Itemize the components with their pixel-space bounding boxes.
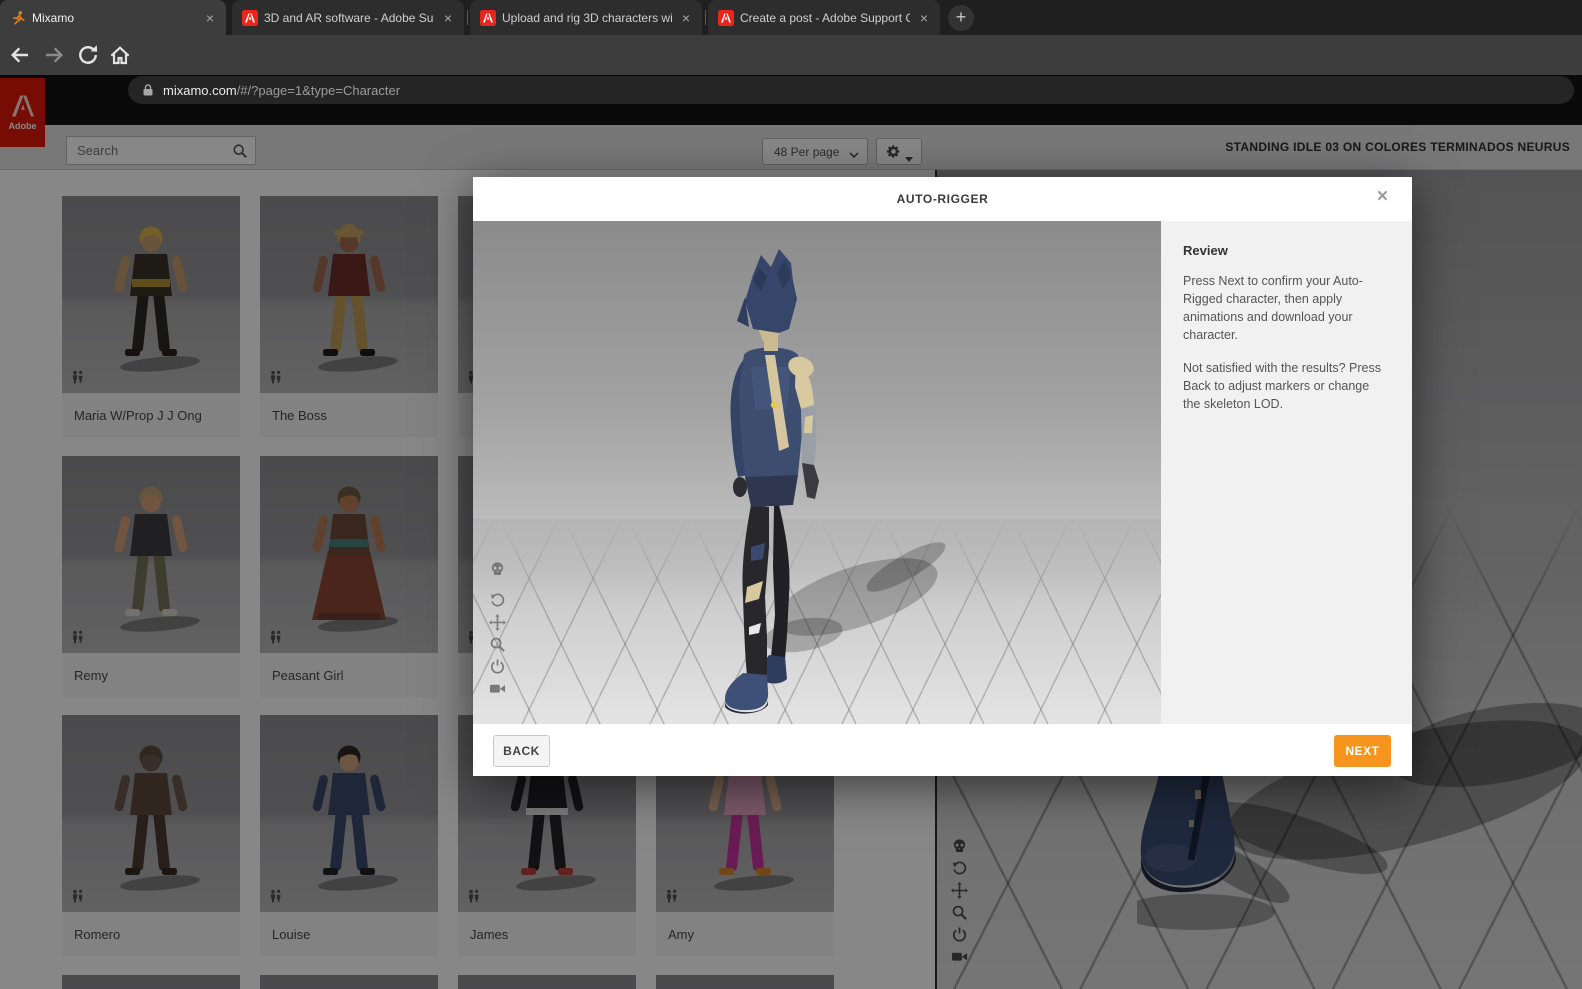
address-bar[interactable]: mixamo.com/#/?page=1&type=Character — [128, 76, 1574, 104]
close-icon[interactable]: × — [440, 10, 456, 26]
close-icon[interactable]: × — [916, 10, 932, 26]
camera-icon[interactable] — [489, 680, 506, 697]
browser-url-bar: mixamo.com/#/?page=1&type=Character — [0, 35, 1582, 104]
pan-icon[interactable] — [489, 614, 506, 631]
back-icon[interactable] — [8, 43, 32, 67]
modal-footer: BACK NEXT — [473, 724, 1412, 776]
browser-tab[interactable]: Mixamo × — [0, 0, 226, 35]
adobe-favicon-icon — [718, 9, 734, 26]
undo-icon[interactable] — [489, 592, 506, 609]
browser-tab[interactable]: 3D and AR software - Adobe Sub × — [232, 0, 464, 35]
browser-tab-strip: Mixamo × 3D and AR software - Adobe Sub … — [0, 0, 1582, 35]
url-domain: mixamo.com — [163, 82, 237, 98]
adobe-favicon-icon — [242, 9, 258, 26]
power-icon[interactable] — [489, 658, 506, 675]
zoom-icon[interactable] — [489, 636, 506, 653]
close-icon[interactable]: × — [1377, 186, 1388, 208]
modal-title: AUTO-RIGGER — [896, 192, 989, 206]
rigged-character-model — [725, 249, 946, 714]
review-paragraph-1: Press Next to confirm your Auto-Rigged c… — [1183, 274, 1363, 343]
review-heading: Review — [1183, 243, 1228, 258]
reload-icon[interactable] — [76, 43, 100, 67]
back-button[interactable]: BACK — [493, 735, 550, 767]
review-sidebar: Review Press Next to confirm your Auto-R… — [1161, 221, 1412, 724]
forward-icon[interactable] — [42, 43, 66, 67]
browser-tab[interactable]: Create a post - Adobe Support C × — [708, 0, 940, 35]
home-icon[interactable] — [108, 43, 132, 67]
lock-icon — [142, 83, 154, 97]
viewer-controls — [489, 561, 506, 697]
auto-rigger-modal: AUTO-RIGGER × Review Press Next to confi… — [473, 177, 1412, 776]
browser-tab[interactable]: Upload and rig 3D characters wit × — [470, 0, 702, 35]
modal-header: AUTO-RIGGER × — [473, 177, 1412, 221]
runner-favicon-icon — [10, 10, 26, 26]
close-icon[interactable]: × — [202, 10, 218, 26]
rigged-character-viewport[interactable] — [473, 221, 1161, 724]
review-paragraph-2: Not satisfied with the results? Press Ba… — [1183, 360, 1381, 411]
adobe-favicon-icon — [480, 9, 496, 26]
url-path: /#/?page=1&type=Character — [236, 82, 401, 98]
skull-icon[interactable] — [489, 561, 506, 578]
close-icon[interactable]: × — [678, 10, 694, 26]
next-button[interactable]: NEXT — [1334, 735, 1391, 767]
new-tab-button[interactable]: + — [948, 5, 974, 31]
mixamo-browser-window: Adobe mixamo Characters Animations 48 Pe… — [0, 0, 1582, 989]
